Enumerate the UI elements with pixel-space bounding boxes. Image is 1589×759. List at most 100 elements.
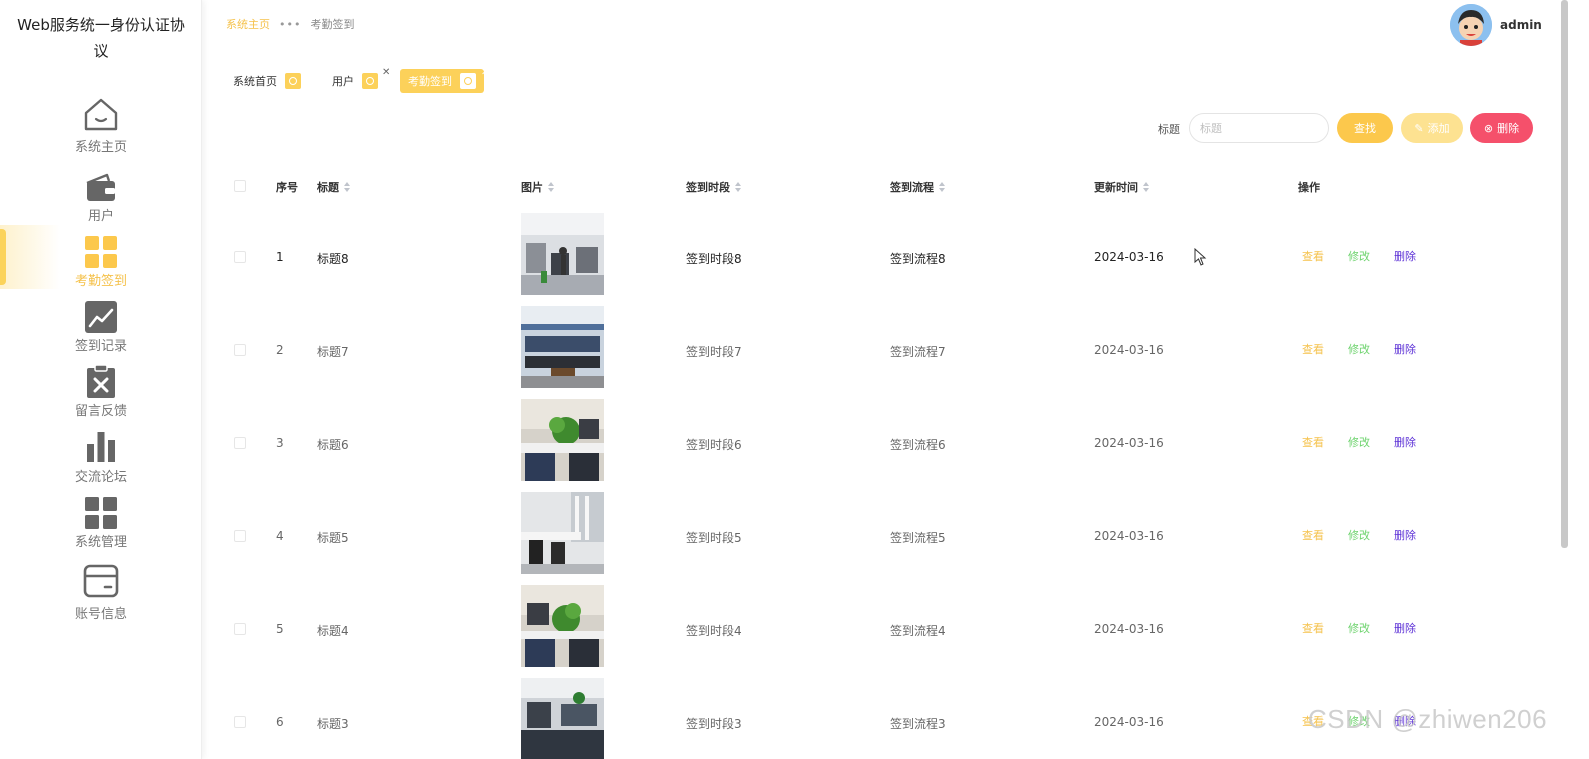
- column-header-flow[interactable]: 签到流程: [890, 179, 945, 195]
- find-button-label: 查找: [1354, 122, 1376, 135]
- sidebar-item-label: 留言反馈: [74, 404, 127, 419]
- cell-updated: 2024-03-16: [1094, 436, 1164, 450]
- cell-title: 标题7: [317, 345, 349, 359]
- close-icon[interactable]: ✕: [382, 67, 390, 78]
- tag-label: 用户: [332, 75, 354, 88]
- sidebar-item-attendance[interactable]: 考勤签到: [0, 234, 202, 294]
- search-input[interactable]: [1189, 113, 1329, 143]
- sidebar-item-user[interactable]: 用户: [0, 171, 202, 231]
- avatar-cartoon-icon: [1450, 4, 1492, 46]
- row-photo[interactable]: [521, 492, 604, 574]
- column-header-period[interactable]: 签到时段: [686, 179, 741, 195]
- row-checkbox[interactable]: [234, 623, 246, 635]
- sidebar-item-label: 签到记录: [74, 339, 127, 354]
- pencil-icon: ✎: [1414, 121, 1424, 135]
- app-root: Web服务统一身份认证协议 系统主页 用户 考勤签到 签到记录 留言反馈 交流论…: [0, 0, 1589, 759]
- cell-index: 3: [276, 436, 284, 450]
- tag-attendance[interactable]: 考勤签到 ✕: [400, 67, 489, 93]
- cell-flow: 签到流程3: [890, 717, 946, 731]
- cell-flow: 签到流程8: [890, 252, 946, 266]
- column-header-label: 签到时段: [686, 181, 730, 194]
- row-photo[interactable]: [521, 306, 604, 388]
- row-checkbox[interactable]: [234, 251, 246, 263]
- apps-icon: [85, 497, 117, 529]
- view-link[interactable]: 查看: [1302, 248, 1324, 264]
- edit-link[interactable]: 修改: [1348, 341, 1370, 357]
- grid-icon: [85, 236, 117, 268]
- tag-favorite-icon: [362, 73, 378, 89]
- sort-icon[interactable]: [344, 182, 350, 192]
- sort-icon[interactable]: [939, 182, 945, 192]
- brand-title: Web服务统一身份认证协议: [17, 16, 185, 60]
- find-button[interactable]: 查找: [1337, 113, 1393, 143]
- edit-link[interactable]: 修改: [1348, 434, 1370, 450]
- column-header-title[interactable]: 标题: [317, 179, 350, 195]
- cell-flow: 签到流程5: [890, 531, 946, 545]
- sort-icon[interactable]: [735, 182, 741, 192]
- view-link[interactable]: 查看: [1302, 434, 1324, 450]
- cell-title: 标题8: [317, 252, 349, 266]
- view-link[interactable]: 查看: [1302, 620, 1324, 636]
- sort-icon[interactable]: [1143, 182, 1149, 192]
- sidebar-item-home[interactable]: 系统主页: [0, 96, 202, 156]
- cell-updated: 2024-03-16: [1094, 250, 1164, 264]
- add-button-label: 添加: [1427, 122, 1450, 135]
- sidebar-item-checkin-records[interactable]: 签到记录: [0, 299, 202, 359]
- view-link[interactable]: 查看: [1302, 341, 1324, 357]
- column-header-index: 序号: [276, 179, 298, 195]
- delete-link[interactable]: 删除: [1394, 434, 1416, 450]
- view-link[interactable]: 查看: [1302, 527, 1324, 543]
- column-header-image[interactable]: 图片: [521, 179, 554, 195]
- row-photo[interactable]: [521, 678, 604, 759]
- delete-link[interactable]: 删除: [1394, 527, 1416, 543]
- column-header-updated[interactable]: 更新时间: [1094, 179, 1149, 195]
- sidebar-item-feedback[interactable]: 留言反馈: [0, 364, 202, 424]
- sort-icon[interactable]: [548, 182, 554, 192]
- sidebar-item-account-info[interactable]: 账号信息: [0, 563, 202, 623]
- cell-index: 2: [276, 343, 284, 357]
- username[interactable]: admin: [1500, 18, 1542, 32]
- tag-label: 考勤签到: [408, 75, 452, 88]
- delete-link[interactable]: 删除: [1394, 620, 1416, 636]
- row-checkbox[interactable]: [234, 530, 246, 542]
- card-icon: [83, 564, 119, 598]
- cell-updated: 2024-03-16: [1094, 343, 1164, 357]
- add-button[interactable]: ✎ 添加: [1401, 113, 1463, 143]
- select-all-checkbox[interactable]: [234, 180, 246, 192]
- breadcrumb-home-link[interactable]: 系统主页: [226, 16, 270, 32]
- scrollbar[interactable]: [1561, 0, 1568, 548]
- cell-period: 签到时段8: [686, 252, 742, 266]
- sidebar-item-forum[interactable]: 交流论坛: [0, 430, 202, 490]
- sidebar-item-label: 用户: [87, 209, 114, 224]
- row-photo[interactable]: [521, 585, 604, 667]
- cell-title: 标题6: [317, 438, 349, 452]
- close-icon[interactable]: ✕: [481, 67, 489, 78]
- row-photo[interactable]: [521, 399, 604, 481]
- table-row: 4 标题5 签到时段5 签到流程5 2024-03-16 查看 修改 删除: [226, 486, 1556, 579]
- cell-flow: 签到流程4: [890, 624, 946, 638]
- edit-link[interactable]: 修改: [1348, 527, 1370, 543]
- tag-home[interactable]: 系统首页: [233, 69, 301, 93]
- tag-favorite-icon: [285, 73, 301, 89]
- row-checkbox[interactable]: [234, 716, 246, 728]
- row-checkbox[interactable]: [234, 344, 246, 356]
- edit-link[interactable]: 修改: [1348, 620, 1370, 636]
- circle-x-icon: ⊗: [1483, 121, 1494, 135]
- delete-button[interactable]: ⊗ 删除: [1470, 113, 1533, 143]
- edit-link[interactable]: 修改: [1348, 248, 1370, 264]
- delete-link[interactable]: 删除: [1394, 248, 1416, 264]
- row-checkbox[interactable]: [234, 437, 246, 449]
- cell-period: 签到时段4: [686, 624, 742, 638]
- cell-updated: 2024-03-16: [1094, 715, 1164, 729]
- search-label: 标题: [1158, 123, 1180, 136]
- sidebar-item-label: 交流论坛: [74, 470, 127, 485]
- table-row: 5 标题4 签到时段4 签到流程4 2024-03-16 查看 修改 删除: [226, 579, 1556, 672]
- table-row: 3 标题6 签到时段6 签到流程6 2024-03-16 查看 修改 删除: [226, 393, 1556, 486]
- avatar[interactable]: [1450, 4, 1492, 46]
- delete-link[interactable]: 删除: [1394, 341, 1416, 357]
- row-photo[interactable]: [521, 213, 604, 295]
- tag-user[interactable]: 用户 ✕: [332, 67, 390, 93]
- column-header-label: 图片: [521, 181, 543, 194]
- sidebar-item-system-management[interactable]: 系统管理: [0, 495, 202, 555]
- user-menu[interactable]: admin: [1450, 4, 1542, 46]
